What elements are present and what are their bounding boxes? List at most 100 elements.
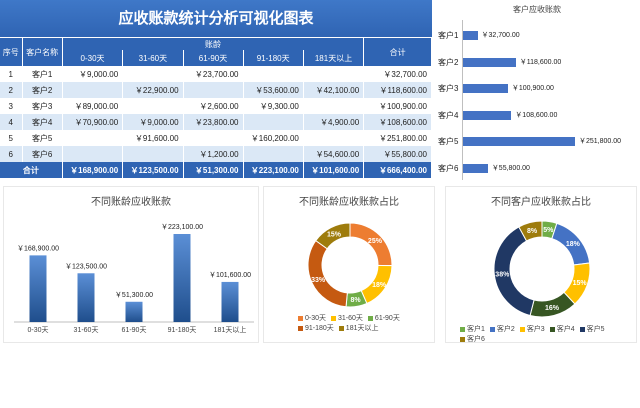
- cell-value: [62, 130, 124, 146]
- legend-swatch: [519, 326, 525, 332]
- data-label: 38%: [495, 272, 510, 279]
- legend-swatch: [338, 325, 344, 331]
- table-total-row: 合计 ￥168,900.00 ￥123,500.00 ￥51,300.00 ￥2…: [0, 162, 432, 178]
- bar: [221, 281, 239, 322]
- legend-item: 181天以上: [338, 323, 379, 333]
- cell-name: 客户3: [22, 98, 63, 114]
- table-row: 5 客户5 ￥91,600.00 ￥160,200.00 ￥251,800.00: [0, 130, 432, 146]
- legend-swatch: [367, 315, 373, 321]
- aging-share-chart: 不同账龄应收账款占比 25% 18% 8% 33% 15% 0-30天 31-60天 61-…: [263, 186, 435, 343]
- legend-label: 31-60天: [338, 315, 363, 322]
- bar: [463, 110, 512, 120]
- cell-value: [62, 146, 124, 162]
- chart-legend: 0-30天 31-60天 61-90天 91-180天 181天以上: [298, 313, 428, 333]
- header-bucket: 181天以上: [303, 50, 365, 66]
- legend-item: 客户3: [519, 324, 545, 334]
- total-value: ￥168,900.00: [62, 162, 124, 178]
- header-aging: 账龄: [62, 38, 365, 50]
- cell-value: ￥53,600.00: [243, 82, 304, 98]
- legend-label: 客户3: [526, 326, 545, 333]
- cell-index: 1: [0, 66, 23, 82]
- tick-label: 61-90天: [122, 326, 147, 334]
- grand-total: ￥666,400.00: [363, 162, 432, 178]
- table-header-row: 序号 客户名称 账龄 合计: [0, 38, 432, 66]
- data-label: 8%: [350, 297, 361, 304]
- legend-label: 客户4: [556, 326, 575, 333]
- legend-swatch: [298, 315, 303, 321]
- bar: [29, 255, 47, 322]
- cell-value: [243, 114, 304, 130]
- bar: [173, 234, 191, 322]
- cell-value: ￥22,900.00: [122, 82, 184, 98]
- cell-index: 5: [0, 130, 23, 146]
- cell-value: [183, 130, 244, 146]
- cell-value: [122, 146, 184, 162]
- cell-value: [62, 82, 124, 98]
- category-label: 客户4: [438, 110, 459, 120]
- data-label: 16%: [545, 305, 560, 312]
- cell-value: [303, 130, 365, 146]
- total-value: ￥223,100.00: [243, 162, 304, 178]
- cell-name: 客户2: [22, 82, 63, 98]
- cell-value: ￥160,200.00: [243, 130, 304, 146]
- cell-total: ￥32,700.00: [363, 66, 432, 82]
- data-label: 18%: [566, 241, 581, 248]
- page-title: 应收账款统计分析可视化图表: [0, 0, 432, 37]
- legend-label: 91-180天: [305, 325, 334, 332]
- legend-label: 61-90天: [374, 315, 400, 322]
- cell-value: ￥23,700.00: [183, 66, 244, 82]
- cell-value: [243, 66, 304, 82]
- cell-value: ￥23,800.00: [183, 114, 244, 130]
- total-value: ￥123,500.00: [122, 162, 184, 178]
- table-row: 3 客户3 ￥89,000.00 ￥2,600.00 ￥9,300.00 ￥10…: [0, 98, 432, 114]
- receivables-table: 序号 客户名称 账龄 合计 0-30天 31-60天 61-90天 91-180…: [0, 38, 432, 178]
- legend-swatch: [460, 336, 465, 342]
- cell-index: 6: [0, 146, 23, 162]
- tick-label: 181天以上: [214, 325, 247, 334]
- cell-total: ￥100,900.00: [363, 98, 432, 114]
- bar: [77, 273, 95, 322]
- cell-value: ￥4,900.00: [303, 114, 365, 130]
- legend-item: 客户6: [460, 334, 485, 344]
- chart-title: 不同账龄应收账款占比: [299, 197, 399, 208]
- table-row: 6 客户6 ￥1,200.00 ￥54,600.00 ￥55,800.00: [0, 146, 432, 162]
- cell-value: ￥70,900.00: [62, 114, 124, 130]
- cell-value: ￥54,600.00: [303, 146, 365, 162]
- data-label: ￥118,600.00: [519, 58, 562, 66]
- tick-label: 0-30天: [27, 326, 48, 334]
- legend-item: 客户4: [549, 324, 575, 334]
- data-label: 25%: [368, 238, 383, 245]
- table-row: 2 客户2 ￥22,900.00 ￥53,600.00 ￥42,100.00 ￥…: [0, 82, 432, 98]
- data-label: ￥223,100.00: [161, 223, 203, 231]
- header-bucket: 31-60天: [122, 50, 184, 66]
- bar: [463, 31, 478, 40]
- bar: [463, 137, 575, 146]
- cell-name: 客户6: [22, 146, 63, 162]
- legend-item: 客户5: [579, 324, 605, 334]
- legend-item: 61-90天: [367, 313, 400, 323]
- bar: [463, 84, 508, 93]
- cell-total: ￥55,800.00: [363, 146, 432, 162]
- cell-value: ￥42,100.00: [303, 82, 365, 98]
- cell-value: [243, 146, 304, 162]
- category-label: 客户1: [438, 31, 459, 40]
- data-label: ￥168,900.00: [17, 244, 59, 252]
- cell-value: ￥9,000.00: [122, 114, 184, 130]
- legend-label: 客户1: [467, 326, 485, 333]
- legend-swatch: [460, 326, 465, 332]
- data-label: ￥101,600.00: [209, 271, 251, 279]
- bar-row: 客户6 ￥55,800.00: [434, 161, 640, 175]
- data-label: ￥108,600.00: [515, 111, 558, 119]
- header-bucket: 0-30天: [62, 50, 124, 66]
- header-index: 序号: [0, 38, 23, 66]
- total-value: ￥101,600.00: [303, 162, 365, 178]
- data-label: 33%: [311, 277, 326, 284]
- header-bucket: 91-180天: [243, 50, 304, 66]
- data-label: ￥123,500.00: [65, 262, 107, 270]
- legend-label: 181天以上: [345, 325, 379, 332]
- cell-total: ￥118,600.00: [363, 82, 432, 98]
- legend-item: 91-180天: [298, 323, 334, 333]
- cell-index: 3: [0, 98, 23, 114]
- bar: [463, 163, 488, 173]
- customer-share-chart: 不同客户应收账款占比 5% 18% 15% 16% 38% 8% 客户1 客户2 客户3 客户4…: [445, 186, 637, 343]
